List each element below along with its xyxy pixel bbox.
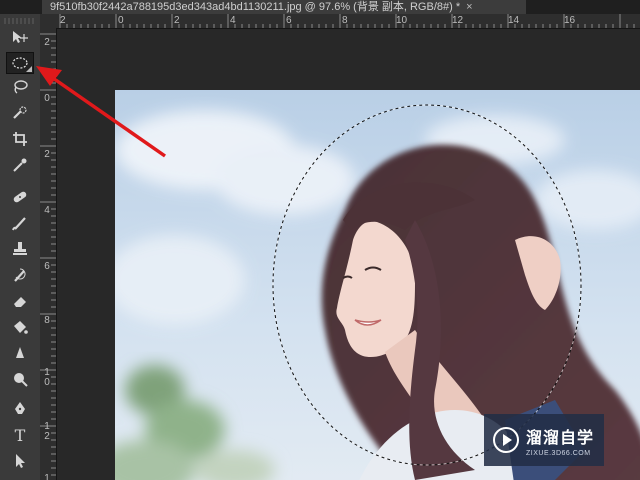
ruler-label: 6 — [44, 261, 50, 272]
elliptical-marquee-tool-button[interactable] — [6, 52, 34, 74]
ruler-label: 2 — [60, 15, 66, 26]
ruler-label: 6 — [286, 15, 292, 26]
pen-tool-button[interactable] — [6, 398, 34, 420]
watermark-url: ZIXUE.3D66.COM — [526, 449, 591, 457]
quick-selection-tool-button[interactable] — [6, 102, 34, 124]
ruler-label: 14 — [508, 15, 520, 26]
photoshop-window: 9f510fb30f2442a788195d3ed343ad4bd1130211… — [0, 0, 640, 480]
eraser-icon — [14, 297, 26, 307]
brush-tool-button[interactable] — [6, 212, 34, 234]
ruler-label: 0 — [44, 93, 50, 104]
ruler-label: 1 4 — [44, 473, 50, 480]
ruler-label: 2 — [174, 15, 180, 26]
watermark-logo-icon — [493, 427, 519, 453]
history-brush-tool-button[interactable] — [6, 264, 34, 286]
ruler-label: 10 — [396, 15, 408, 26]
quick-select-icon — [13, 106, 27, 119]
path-select-icon — [16, 454, 25, 468]
watermark-badge: 溜溜自学 ZIXUE.3D66.COM — [484, 414, 604, 466]
bucket-icon — [14, 321, 28, 334]
eyedropper-tool-button[interactable] — [6, 154, 34, 176]
ruler-label: 1 2 — [44, 421, 50, 442]
ruler-label: 16 — [564, 15, 576, 26]
document-tab-title: 9f510fb30f2442a788195d3ed343ad4bd1130211… — [50, 1, 461, 13]
dodge-icon — [14, 373, 28, 387]
blur-icon — [16, 347, 24, 358]
dodge-tool-button[interactable] — [6, 368, 34, 390]
eraser-tool-button[interactable] — [6, 290, 34, 312]
watermark-text: 溜溜自学 ZIXUE.3D66.COM — [526, 424, 594, 457]
crop-icon — [13, 132, 27, 146]
tool-flyout-indicator — [26, 66, 32, 72]
ruler-label: 8 — [342, 15, 348, 26]
ruler-label: 4 — [230, 15, 236, 26]
ruler-label: 2 — [44, 37, 50, 48]
ruler-label: 4 — [44, 205, 50, 216]
shape-tool-button[interactable] — [6, 474, 34, 480]
horizontal-ruler[interactable]: 2 0 2 4 6 8 10 12 14 16 — [56, 14, 640, 29]
type-icon: T — [14, 425, 26, 445]
ruler-label: 2 — [44, 149, 50, 160]
document-tab[interactable]: 9f510fb30f2442a788195d3ed343ad4bd1130211… — [42, 0, 526, 14]
ruler-label: 1 0 — [44, 367, 50, 388]
crop-tool-button[interactable] — [6, 128, 34, 150]
ruler-label: 12 — [452, 15, 464, 26]
clone-stamp-tool-button[interactable] — [6, 238, 34, 260]
vertical-ruler[interactable]: 2 0 2 4 6 8 1 0 1 2 1 4 — [40, 28, 57, 480]
watermark-title: 溜溜自学 — [526, 427, 595, 447]
ruler-origin[interactable] — [40, 14, 57, 29]
lasso-tool-button[interactable] — [6, 76, 34, 98]
stamp-icon — [13, 242, 27, 255]
document-canvas[interactable] — [57, 29, 640, 480]
horizontal-ruler-ticks — [59, 14, 635, 28]
history-brush-icon — [14, 268, 26, 282]
ruler-label: 8 — [44, 315, 50, 326]
path-selection-tool-button[interactable] — [6, 450, 34, 472]
brush-icon — [12, 217, 26, 231]
panel-grip[interactable] — [4, 18, 36, 24]
tools-panel: T — [0, 14, 41, 480]
move-tool-button[interactable] — [6, 26, 34, 48]
document-tab-bar: 9f510fb30f2442a788195d3ed343ad4bd1130211… — [0, 0, 640, 14]
healing-brush-tool-button[interactable] — [6, 186, 34, 208]
bandage-icon — [13, 191, 27, 203]
pen-icon — [15, 402, 25, 414]
eyedropper-icon — [13, 158, 27, 172]
move-icon — [13, 31, 28, 43]
ruler-label: 0 — [118, 15, 124, 26]
type-tool-button[interactable]: T — [6, 424, 34, 446]
close-tab-icon[interactable]: × — [466, 1, 472, 13]
lasso-icon — [14, 80, 28, 94]
blur-tool-button[interactable] — [6, 342, 34, 364]
paint-bucket-tool-button[interactable] — [6, 316, 34, 338]
